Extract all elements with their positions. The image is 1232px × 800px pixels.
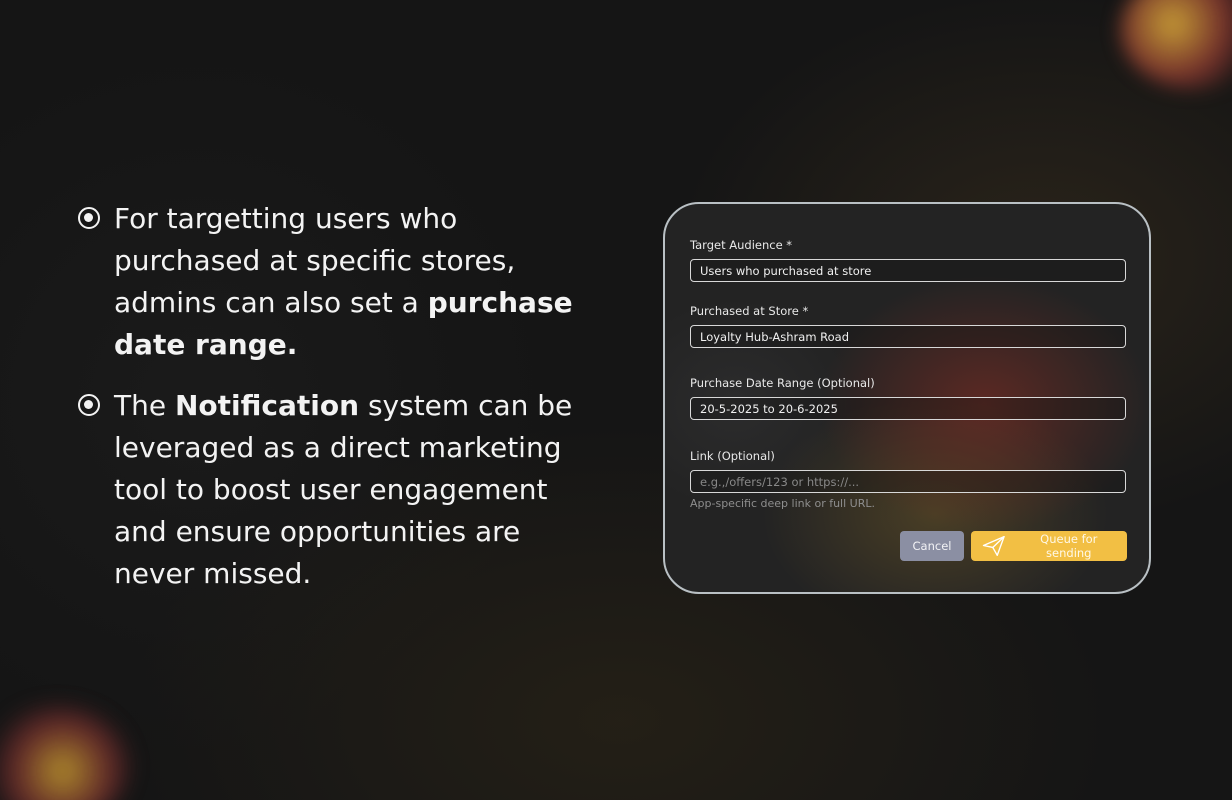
target-audience-label: Target Audience *	[690, 238, 793, 252]
notification-form-card: Target Audience * Purchased at Store * P…	[663, 202, 1151, 594]
cancel-button-label: Cancel	[912, 539, 952, 553]
bullet-text-bold: Notification	[174, 389, 360, 422]
radio-bullet-icon	[78, 207, 100, 229]
target-audience-field[interactable]	[690, 259, 1126, 282]
queue-button-label: Queue for sending	[1040, 532, 1098, 560]
purchase-date-range-label: Purchase Date Range (Optional)	[690, 376, 875, 390]
purchased-at-store-label: Purchased at Store *	[690, 304, 809, 318]
slide: For targetting users who purchased at sp…	[0, 0, 1232, 800]
cancel-button[interactable]: Cancel	[900, 531, 964, 561]
radio-bullet-icon	[78, 394, 100, 416]
send-icon	[982, 535, 1005, 557]
purchase-date-range-field[interactable]	[690, 397, 1126, 420]
bullet-item-date-range: For targetting users who purchased at sp…	[78, 198, 578, 366]
bullet-text-lead: The	[114, 389, 175, 422]
purchased-at-store-field[interactable]	[690, 325, 1126, 348]
bullet-item-notification: The Notification system can be leveraged…	[78, 385, 578, 595]
feature-bullets: For targetting users who purchased at sp…	[78, 198, 578, 614]
link-input[interactable]	[690, 470, 1126, 493]
queue-for-sending-button[interactable]: Queue for sending	[971, 531, 1127, 561]
decorative-glow-top-right	[1120, 0, 1232, 90]
bullet-text: The Notification system can be leveraged…	[114, 385, 574, 595]
link-helper-text: App-specific deep link or full URL.	[690, 497, 875, 510]
link-label: Link (Optional)	[690, 449, 775, 463]
bullet-text: For targetting users who purchased at sp…	[114, 198, 574, 366]
decorative-glow-bottom-left	[0, 705, 130, 800]
